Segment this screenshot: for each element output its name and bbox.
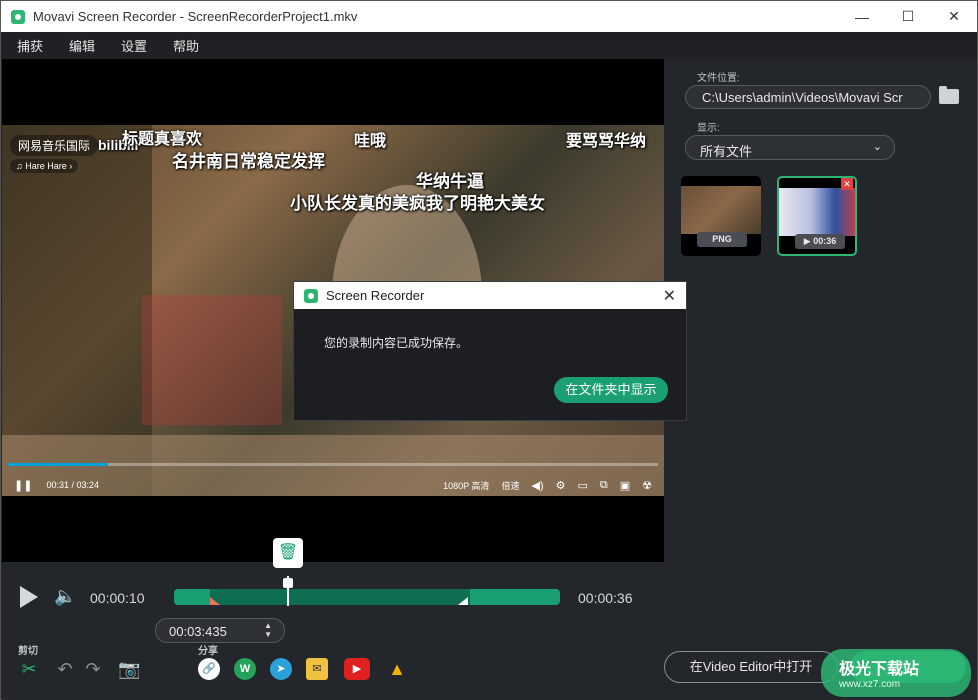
sidebar: 文件位置: C:\Users\admin\Videos\Movavi Scr 显… (665, 59, 977, 631)
chevron-down-icon: ⌄ (872, 141, 882, 153)
scissors-icon[interactable]: ✂ (18, 658, 40, 680)
site-watermark-logo: 极光下载站 www.xz7.com (821, 649, 971, 697)
video-subtitle: 名井南日常稳定发挥 (172, 152, 325, 171)
whatsapp-icon[interactable]: W (234, 658, 256, 680)
volume-icon[interactable]: ◀) (531, 479, 543, 492)
video-subtitle: 小队长发真的美疯我了明艳大美女 (290, 194, 545, 213)
video-pause-icon[interactable]: ❚❚ (14, 479, 32, 492)
video-progress-bar[interactable] (8, 463, 658, 466)
display-label: 显示: (697, 123, 720, 134)
dialog-title: Screen Recorder (326, 288, 425, 303)
video-speed[interactable]: 倍速 (501, 479, 519, 492)
thumbnail-image (681, 186, 761, 234)
pip-icon[interactable]: ▭ (577, 479, 587, 492)
share-section-label: 分享 (198, 646, 218, 657)
maximize-button[interactable]: ☐ (885, 1, 931, 32)
video-quality[interactable]: 1080P 高清 (443, 479, 489, 492)
delete-segment-icon[interactable]: 🗑 (273, 538, 303, 568)
app-window: Movavi Screen Recorder - ScreenRecorderP… (0, 0, 978, 700)
position-stepper[interactable]: 00:03:435 ▲ ▼ (155, 618, 285, 643)
thumbnail-duration: ▶ 00:36 (795, 234, 845, 249)
dialog-message: 您的录制内容已成功保存。 (324, 336, 469, 350)
minimize-button[interactable]: — (839, 1, 885, 32)
widescreen-icon[interactable]: ⧉ (600, 479, 608, 492)
location-label: 文件位置: (697, 73, 740, 84)
google-drive-icon[interactable]: ▲ (386, 658, 408, 680)
window-title: Movavi Screen Recorder - ScreenRecorderP… (33, 9, 358, 24)
show-in-folder-button[interactable]: 在文件夹中显示 (554, 377, 668, 403)
youtube-icon[interactable]: ▶ (344, 658, 370, 680)
menu-help[interactable]: 帮助 (173, 36, 199, 55)
dialog-close-icon[interactable]: ✕ (663, 286, 676, 306)
timeline-track[interactable] (174, 589, 560, 605)
menu-bar: 捕获 编辑 设置 帮助 (1, 32, 977, 59)
cut-section-label: 剪切 (18, 646, 38, 657)
watermark-url: www.xz7.com (839, 679, 901, 690)
current-time: 00:00:10 (90, 590, 145, 606)
app-logo-icon (11, 9, 25, 24)
open-in-video-editor-button[interactable]: 在Video Editor中打开 (664, 651, 838, 683)
volume-icon[interactable]: 🔈 (54, 586, 78, 608)
save-success-dialog: Screen Recorder ✕ 您的录制内容已成功保存。 在文件夹中显示 (293, 281, 687, 421)
video-time: 00:31 / 03:24 (46, 480, 99, 490)
trim-end-marker[interactable] (458, 597, 468, 605)
stepper-arrows-icon[interactable]: ▲ ▼ (264, 621, 272, 639)
mail-icon[interactable]: ✉ (306, 658, 328, 680)
webfullscreen-icon[interactable]: ▣ (620, 479, 630, 492)
video-subtitle: 哇哦 (354, 133, 387, 150)
position-value: 00:03:435 (169, 624, 227, 639)
menu-settings[interactable]: 设置 (121, 36, 147, 55)
menu-capture[interactable]: 捕获 (17, 36, 43, 55)
video-subtitle: 标题真喜欢 (122, 131, 203, 148)
video-controls: ❚❚ 00:31 / 03:24 1080P 高清 倍速 ◀) ⚙ ▭ ⧉ ▣ … (2, 475, 664, 495)
window-controls: — ☐ ✕ (839, 1, 977, 32)
video-prop (142, 295, 282, 425)
play-icon[interactable] (20, 586, 38, 608)
settings-icon[interactable]: ⚙ (556, 479, 566, 492)
delete-thumbnail-icon[interactable]: ✕ (841, 178, 853, 190)
close-button[interactable]: ✕ (931, 1, 977, 32)
video-subtitle: 要骂骂华纳 (566, 133, 647, 150)
watermark-text: 极光下载站 (839, 661, 920, 678)
video-progress-fill (8, 463, 109, 466)
thumbnail-png[interactable]: PNG (681, 176, 761, 256)
thumbnail-image (779, 188, 855, 236)
menu-edit[interactable]: 编辑 (69, 36, 95, 55)
redo-icon[interactable]: ↷ (82, 658, 104, 680)
trim-start-marker[interactable] (210, 597, 220, 605)
folder-icon[interactable] (939, 86, 959, 104)
undo-icon[interactable]: ↶ (54, 658, 76, 680)
link-icon[interactable]: 🔗 (198, 658, 220, 680)
app-logo-icon (304, 288, 318, 303)
telegram-icon[interactable]: ➤ (270, 658, 292, 680)
thumbnail-tag: PNG (697, 232, 747, 247)
timeline-selection (210, 589, 470, 605)
dialog-title-bar: Screen Recorder ✕ (294, 282, 686, 309)
end-time: 00:00:36 (578, 590, 633, 606)
title-bar: Movavi Screen Recorder - ScreenRecorderP… (1, 1, 977, 32)
video-music-tag: ♫ Hare Hare › (10, 159, 79, 173)
fullscreen-icon[interactable]: ☢ (642, 479, 652, 492)
display-filter-value: 所有文件 (700, 144, 753, 159)
video-watermark: 网易音乐国际 (10, 135, 99, 156)
display-filter-select[interactable]: 所有文件 ⌄ (685, 135, 895, 160)
camera-icon[interactable]: 📷 (118, 658, 140, 680)
thumbnail-video[interactable]: ✕ ▶ 00:36 (777, 176, 857, 256)
location-field[interactable]: C:\Users\admin\Videos\Movavi Scr (685, 85, 931, 109)
playhead[interactable] (287, 576, 289, 606)
